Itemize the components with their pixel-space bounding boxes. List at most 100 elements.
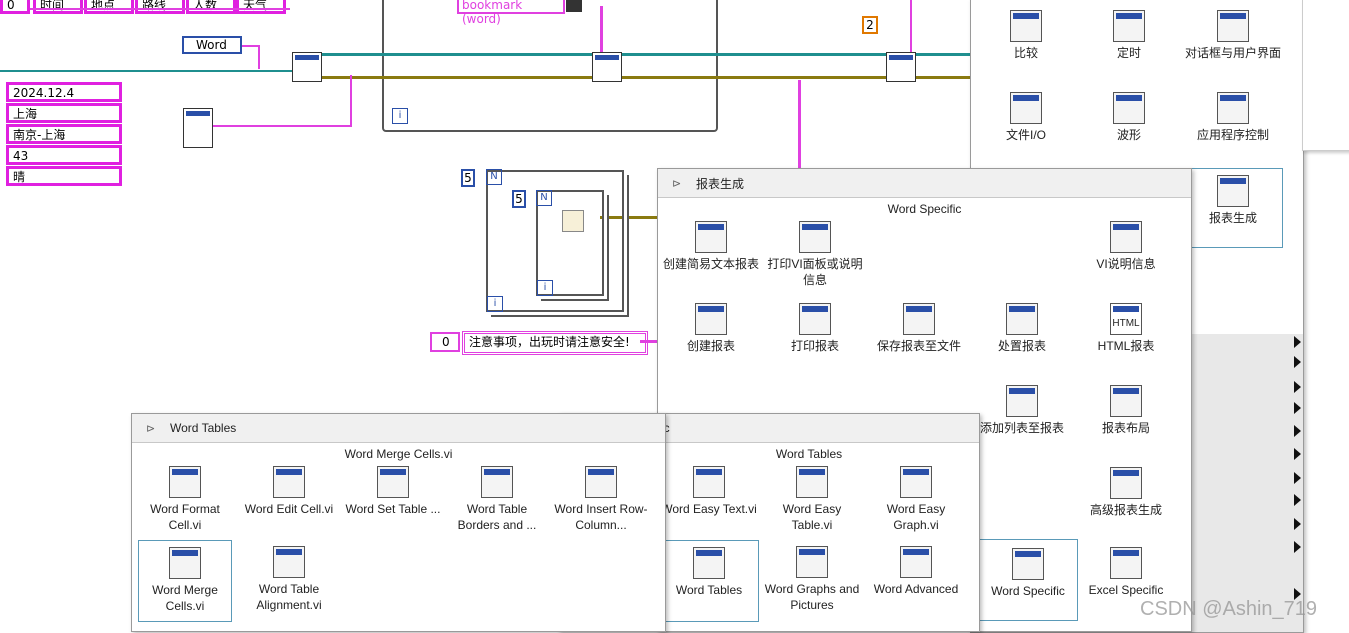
submenu-arrow-icon[interactable] [1294, 448, 1301, 460]
submenu-arrow-icon[interactable] [1294, 402, 1301, 414]
outer-loop-i: i [487, 296, 503, 312]
bookmark-constant[interactable]: bookmark (word) [457, 0, 565, 26]
header-cell[interactable]: 天气 [236, 0, 286, 14]
item-word-advanced[interactable]: Word Advanced [866, 546, 966, 597]
word-tables-icon [693, 547, 725, 579]
data-cell[interactable]: 上海 [6, 103, 122, 123]
data-cell[interactable]: 2024.12.4 [6, 82, 122, 102]
item-easy-table[interactable]: Word Easy Table.vi [762, 466, 862, 533]
item-edit-cell[interactable]: Word Edit Cell.vi [239, 466, 339, 517]
inner-loop-count[interactable]: 5 [512, 190, 526, 208]
notice-string-constant[interactable]: 注意事项，出玩时请注意安全! [462, 331, 648, 355]
palette-title: 报表生成 [696, 176, 745, 191]
item-easy-text-report[interactable]: 创建简易文本报表 [661, 221, 761, 272]
app-control-icon [1217, 92, 1249, 124]
new-report-node[interactable] [292, 52, 322, 82]
report-icon [1217, 175, 1249, 207]
item-set-table[interactable]: Word Set Table ... [343, 466, 443, 517]
palette-item-timing[interactable]: 定时 [1079, 10, 1179, 61]
wire [910, 0, 912, 55]
header-cell[interactable]: 地点 [84, 0, 134, 14]
header-cell[interactable]: 0 [0, 0, 30, 14]
outer-loop-n: N [486, 169, 502, 185]
dispose-report-icon [1006, 303, 1038, 335]
word-ring-constant[interactable]: Word [182, 36, 242, 54]
append-text-node[interactable] [592, 52, 622, 82]
numeric-constant-two[interactable]: 2 [862, 16, 878, 34]
for-loop-frame[interactable] [382, 0, 718, 132]
item-dispose-report[interactable]: 处置报表 [972, 303, 1072, 354]
palette-item-compare[interactable]: 比较 [976, 10, 1076, 61]
notice-index[interactable]: 0 [430, 332, 460, 352]
inner-loop-n: N [536, 190, 552, 206]
inner-loop-i: i [537, 280, 553, 296]
submenu-arrow-icon[interactable] [1294, 336, 1301, 348]
submenu-arrow-icon[interactable] [1294, 425, 1301, 437]
item-format-cell[interactable]: Word Format Cell.vi [135, 466, 235, 533]
bookmark-terminal-icon [566, 0, 582, 12]
submenu-arrow-icon[interactable] [1294, 518, 1301, 530]
easy-graph-icon [900, 466, 932, 498]
data-cell[interactable]: 晴 [6, 166, 122, 186]
item-new-report[interactable]: 创建报表 [661, 303, 761, 354]
item-table-alignment[interactable]: Word Table Alignment.vi [239, 546, 339, 613]
palette-item-file-io[interactable]: 文件I/O [976, 92, 1076, 143]
item-advanced-report[interactable]: 高级报表生成 [1076, 467, 1176, 518]
edit-cell-icon [273, 466, 305, 498]
wire [320, 53, 970, 56]
palette-header[interactable]: ⊳ Word Tables [132, 414, 665, 443]
item-word-specific[interactable]: Word Specific [978, 539, 1078, 621]
watermark: CSDN @Ashin_719 [1140, 598, 1318, 620]
html-report-icon: HTML [1110, 303, 1142, 335]
wire [258, 45, 260, 69]
submenu-arrow-icon[interactable] [1294, 381, 1301, 393]
word-specific-icon [1012, 548, 1044, 580]
append-list-icon [1006, 385, 1038, 417]
item-graphs-pictures[interactable]: Word Graphs and Pictures [762, 546, 862, 613]
header-cell[interactable]: 路线 [135, 0, 185, 14]
pin-icon[interactable]: ⊳ [146, 422, 160, 435]
item-table-borders[interactable]: Word Table Borders and ... [447, 466, 547, 533]
item-print-vi-panel[interactable]: 打印VI面板或说明信息 [765, 221, 865, 288]
palette-item-report[interactable]: 报表生成 [1183, 168, 1283, 248]
print-vi-panel-icon [799, 221, 831, 253]
item-easy-graph[interactable]: Word Easy Graph.vi [866, 466, 966, 533]
item-insert-row-column[interactable]: Word Insert Row-Column... [551, 466, 651, 533]
item-vi-doc[interactable]: VI说明信息 [1076, 221, 1176, 272]
easy-table-icon [796, 466, 828, 498]
submenu-arrow-icon[interactable] [1294, 541, 1301, 553]
item-word-tables[interactable]: Word Tables [659, 540, 759, 622]
wire [320, 76, 970, 79]
header-cell[interactable]: 人数 [186, 0, 236, 14]
new-report-icon [695, 303, 727, 335]
item-print-report[interactable]: 打印报表 [765, 303, 865, 354]
loop-iteration-terminal: i [392, 108, 408, 124]
build-array-node[interactable] [183, 108, 213, 148]
submenu-arrow-icon[interactable] [1294, 472, 1301, 484]
submenu-arrow-icon[interactable] [1294, 356, 1301, 368]
item-save-report[interactable]: 保存报表至文件 [869, 303, 969, 354]
item-report-layout[interactable]: 报表布局 [1076, 385, 1176, 436]
append-table-node[interactable] [886, 52, 916, 82]
palette-header[interactable]: ⊳ 报表生成 [658, 169, 1191, 198]
header-cell[interactable]: 时间 [33, 0, 83, 14]
palette-item-waveform[interactable]: 波形 [1079, 92, 1179, 143]
pin-icon[interactable]: ⊳ [672, 177, 686, 190]
wire [600, 6, 603, 56]
palette-item-app-control[interactable]: 应用程序控制 [1183, 92, 1283, 143]
palette-item-dialog[interactable]: 对话框与用户界面 [1183, 10, 1283, 61]
table-borders-icon [481, 466, 513, 498]
item-html-report[interactable]: HTML HTML报表 [1076, 303, 1176, 354]
compare-icon [1010, 10, 1042, 42]
word-tables-palette[interactable]: ⊳ Word Tables Word Merge Cells.vi Word Fo… [131, 413, 666, 632]
item-merge-cells[interactable]: Word Merge Cells.vi [138, 540, 232, 622]
data-cell[interactable]: 南京-上海 [6, 124, 122, 144]
dialog-icon [1217, 10, 1249, 42]
item-append-list[interactable]: 添加列表至报表 [972, 385, 1072, 436]
outer-loop-count[interactable]: 5 [461, 169, 475, 187]
submenu-arrow-icon[interactable] [1294, 494, 1301, 506]
item-easy-text[interactable]: Word Easy Text.vi [659, 466, 759, 517]
item-excel-specific[interactable]: Excel Specific [1076, 547, 1176, 598]
data-cell[interactable]: 43 [6, 145, 122, 165]
random-dice-icon[interactable] [562, 210, 584, 232]
